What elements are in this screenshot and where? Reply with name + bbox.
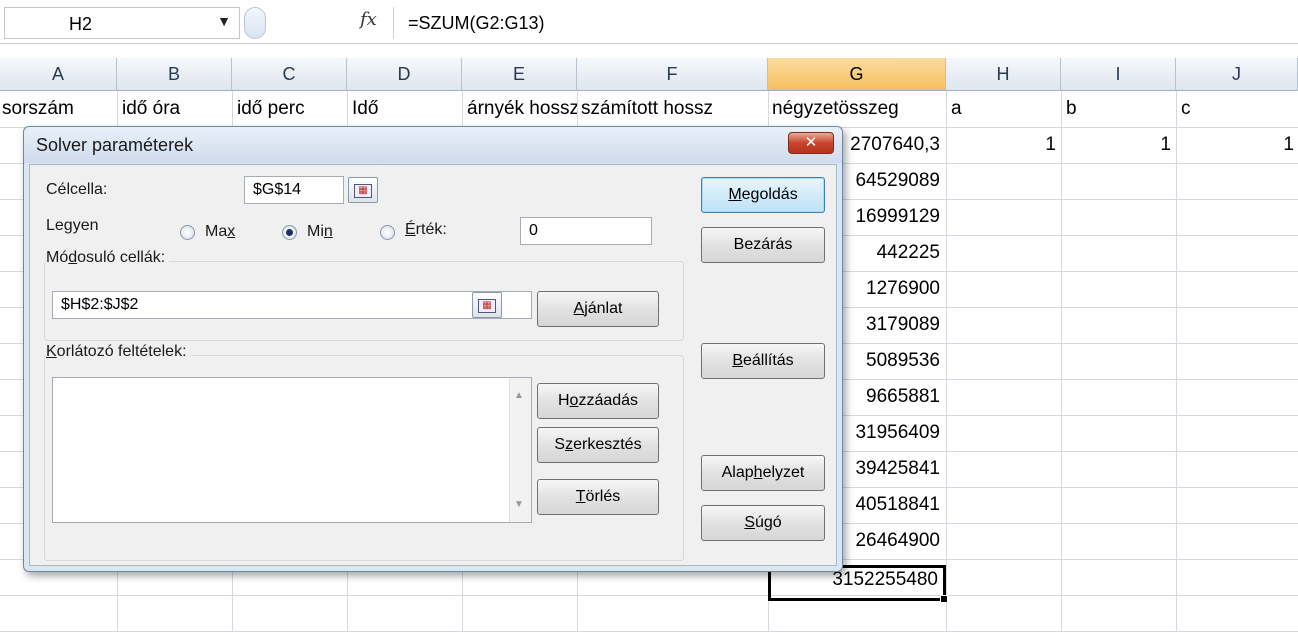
equal-to-label: Legyen bbox=[46, 217, 99, 234]
cell-j1[interactable]: c bbox=[1181, 98, 1291, 120]
reset-all-button[interactable]: Alaphelyzet bbox=[701, 455, 825, 491]
target-cell-label: Célcella: bbox=[46, 181, 108, 198]
grid-line bbox=[946, 91, 947, 631]
constraints-scrollbar[interactable]: ▲ ▼ bbox=[509, 378, 531, 522]
column-header-j[interactable]: J bbox=[1176, 58, 1298, 91]
formula-input[interactable]: =SZUM(G2:G13) bbox=[393, 7, 1293, 39]
dialog-body: Célcella: $G$14 ▦ Legyen Max Min Érték: … bbox=[29, 164, 837, 566]
max-radio-label: Max bbox=[205, 223, 236, 240]
change-button[interactable]: Szerkesztés bbox=[537, 427, 659, 463]
name-box[interactable]: H2 ▼ bbox=[4, 7, 240, 39]
value-of-radio[interactable] bbox=[380, 225, 395, 240]
column-header-e[interactable]: E bbox=[462, 58, 577, 91]
cell-g14[interactable]: 3152255480 bbox=[770, 569, 938, 591]
grid-line bbox=[1061, 91, 1062, 631]
min-radio[interactable] bbox=[282, 225, 297, 240]
cell-d1[interactable]: Idő bbox=[352, 98, 462, 120]
formula-text: =SZUM(G2:G13) bbox=[408, 13, 545, 33]
grid-line bbox=[0, 595, 1298, 596]
add-button[interactable]: Hozzáadás bbox=[537, 383, 659, 419]
options-button[interactable]: Beállítás bbox=[701, 343, 825, 379]
changing-range-selector-icon[interactable]: ▦ bbox=[472, 292, 502, 318]
formula-bar: H2 ▼ fx =SZUM(G2:G13) bbox=[0, 0, 1298, 44]
cell-i1[interactable]: b bbox=[1066, 98, 1176, 120]
delete-button[interactable]: Törlés bbox=[537, 479, 659, 515]
column-header-f[interactable]: F bbox=[577, 58, 768, 91]
cell-i2[interactable]: 1 bbox=[1061, 134, 1171, 156]
dialog-title: Solver paraméterek bbox=[36, 135, 194, 155]
min-radio-label: Min bbox=[307, 223, 333, 240]
dialog-titlebar[interactable]: Solver paraméterek ✕ bbox=[24, 127, 842, 163]
target-cell-input[interactable]: $G$14 bbox=[244, 176, 344, 204]
help-button[interactable]: Súgó bbox=[701, 505, 825, 541]
cell-b1[interactable]: idő óra bbox=[122, 98, 232, 120]
insert-function-icon[interactable]: fx bbox=[360, 9, 377, 30]
max-radio[interactable] bbox=[180, 225, 195, 240]
value-of-input[interactable]: 0 bbox=[520, 217, 652, 245]
grid-line bbox=[1176, 91, 1177, 631]
cell-j2[interactable]: 1 bbox=[1176, 134, 1294, 156]
constraints-label: Korlátozó feltételek: bbox=[46, 343, 191, 361]
guess-button[interactable]: Ajánlat bbox=[537, 291, 659, 327]
target-range-selector-icon[interactable]: ▦ bbox=[348, 177, 378, 203]
cell-f1[interactable]: számított hossz bbox=[581, 98, 768, 120]
solver-dialog: Solver paraméterek ✕ Célcella: $G$14 ▦ L… bbox=[23, 126, 843, 572]
column-header-d[interactable]: D bbox=[347, 58, 462, 91]
value-of-label: Érték: bbox=[405, 221, 447, 238]
name-box-value: H2 bbox=[69, 14, 93, 34]
column-header-i[interactable]: I bbox=[1061, 58, 1176, 91]
scroll-up-icon[interactable]: ▲ bbox=[514, 390, 524, 401]
formula-bar-resize-handle[interactable] bbox=[244, 7, 266, 39]
column-header-a[interactable]: A bbox=[0, 58, 117, 91]
cell-e1[interactable]: árnyék hossz bbox=[467, 98, 577, 120]
fill-handle[interactable] bbox=[940, 595, 948, 603]
column-header-g[interactable]: G bbox=[768, 58, 946, 91]
solve-button[interactable]: Megoldás bbox=[701, 177, 825, 213]
cell-g1[interactable]: négyzetösszeg bbox=[772, 98, 946, 120]
cell-h2[interactable]: 1 bbox=[946, 134, 1056, 156]
column-header-b[interactable]: B bbox=[117, 58, 232, 91]
column-header-c[interactable]: C bbox=[232, 58, 347, 91]
cell-h1[interactable]: a bbox=[951, 98, 1061, 120]
constraints-list[interactable]: ▲ ▼ bbox=[52, 377, 532, 523]
scroll-down-icon[interactable]: ▼ bbox=[514, 499, 524, 510]
name-box-dropdown-icon[interactable]: ▼ bbox=[217, 13, 231, 29]
cell-c1[interactable]: idő perc bbox=[237, 98, 347, 120]
close-dialog-button[interactable]: Bezárás bbox=[701, 227, 825, 263]
changing-cells-label: Módosuló cellák: bbox=[46, 249, 170, 267]
changing-cells-input[interactable]: $H$2:$J$2 bbox=[52, 291, 532, 319]
close-button[interactable]: ✕ bbox=[788, 132, 834, 154]
cell-a1[interactable]: sorszám bbox=[2, 98, 117, 120]
column-header-h[interactable]: H bbox=[946, 58, 1061, 91]
